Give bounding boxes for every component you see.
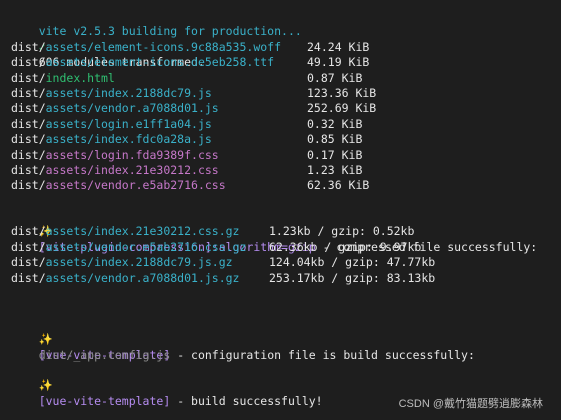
build-message: - build successfully! xyxy=(170,393,323,408)
dist-prefix: dist/ xyxy=(11,147,46,162)
dist-prefix: dist/ xyxy=(11,178,46,193)
file-row: dist/assets/vendor.a7088d01.js 252.69 KiB xyxy=(11,101,561,116)
file-row: dist/assets/element-icons.de5eb258.ttf 49… xyxy=(11,55,561,70)
file-path: assets/element-icons.9c88a535.woff xyxy=(45,39,282,54)
file-path: assets/login.fda9389f.css xyxy=(45,147,219,162)
dist-prefix: dist/ xyxy=(11,85,46,100)
file-row: dist/index.html 0.87 KiB xyxy=(11,71,561,86)
gzip-file-path: assets/vendor.e5ab2716.css.gz xyxy=(45,239,247,254)
compression-header: ✨ [vite-plugin-compression]:algorithm=gz… xyxy=(11,209,561,253)
gzip-stats: 253.17kb / gzip: 83.13kb xyxy=(269,270,436,285)
file-path: assets/index.fdc0a28a.js xyxy=(45,132,212,147)
gzip-file-path: assets/index.2188dc79.js.gz xyxy=(45,255,233,270)
gzip-stats: 1.23kb / gzip: 0.52kb xyxy=(269,224,415,239)
file-row: dist/assets/vendor.e5ab2716.css 62.36 KiB xyxy=(11,178,561,193)
config-message: - configuration file is build successful… xyxy=(170,347,475,362)
csdn-watermark: CSDN @戴竹猫题劈逍膨森林 xyxy=(398,397,543,410)
sparkle-icon: ✨ xyxy=(38,332,54,347)
gzip-file-path: assets/index.21e30212.css.gz xyxy=(45,224,240,239)
sparkle-icon: ✨ xyxy=(38,378,54,393)
file-size: 0.85 KiB xyxy=(307,132,363,147)
dist-prefix: dist/ xyxy=(11,224,46,239)
dist-prefix: dist/ xyxy=(11,239,46,254)
file-size: 123.36 KiB xyxy=(307,85,377,100)
config-file-path: dist/_app.config.js xyxy=(38,347,171,362)
file-size: 62.36 KiB xyxy=(307,178,370,193)
file-path: assets/vendor.a7088d01.js xyxy=(45,101,219,116)
file-row: dist/assets/index.fdc0a28a.js 0.85 KiB xyxy=(11,132,561,147)
gzip-row: dist/assets/index.21e30212.css.gz 1.23kb … xyxy=(11,224,561,239)
build-result: ✨ [vue-vite-template] - build successful… xyxy=(11,363,561,407)
gzip-stats: 62.36kb / gzip: 9.97kb xyxy=(269,239,422,254)
dist-prefix: dist/ xyxy=(11,39,46,54)
dist-prefix: dist/ xyxy=(11,101,46,116)
build-plugin: [vue-vite-template] xyxy=(38,393,171,408)
gzip-file-path: assets/vendor.a7088d01.js.gz xyxy=(45,270,240,285)
file-row: dist/assets/login.fda9389f.css 0.17 KiB xyxy=(11,148,561,163)
dist-prefix: dist/ xyxy=(11,116,46,131)
config-file: dist/_app.config.js xyxy=(11,332,561,362)
file-row: dist/assets/login.e1ff1a04.js 0.32 KiB xyxy=(11,117,561,132)
file-path: assets/vendor.e5ab2716.css xyxy=(45,178,226,193)
file-size: 49.19 KiB xyxy=(307,55,370,70)
file-row: dist/assets/index.21e30212.css 1.23 KiB xyxy=(11,163,561,178)
dist-prefix: dist/ xyxy=(11,70,46,85)
gzip-stats: 124.04kb / gzip: 47.77kb xyxy=(269,255,436,270)
file-row: dist/assets/index.2188dc79.js 123.36 KiB xyxy=(11,86,561,101)
terminal-output[interactable]: vite v2.5.3 building for production... ✓… xyxy=(0,0,561,420)
dist-prefix: dist/ xyxy=(11,132,46,147)
gzip-row: dist/assets/index.2188dc79.js.gz 124.04kb… xyxy=(11,255,561,270)
file-size: 0.87 KiB xyxy=(307,70,363,85)
build-title: vite v2.5.3 building for production... xyxy=(38,24,302,39)
file-path: assets/index.2188dc79.js xyxy=(45,85,212,100)
build-header: vite v2.5.3 building for production... xyxy=(11,9,561,38)
config-header: ✨ [vue-vite-template] - configuration fi… xyxy=(11,317,561,361)
dist-prefix: dist/ xyxy=(11,162,46,177)
dist-prefix: dist/ xyxy=(11,55,46,70)
file-path: index.html xyxy=(45,70,115,85)
file-row: dist/assets/element-icons.9c88a535.woff 2… xyxy=(11,40,561,55)
file-size: 24.24 KiB xyxy=(307,39,370,54)
gzip-file-list: dist/assets/index.21e30212.css.gz 1.23kb … xyxy=(11,224,561,286)
output-file-list: dist/assets/element-icons.9c88a535.woff 2… xyxy=(11,40,561,194)
dist-prefix: dist/ xyxy=(11,270,46,285)
file-size: 1.23 KiB xyxy=(307,162,363,177)
file-path: assets/login.e1ff1a04.js xyxy=(45,116,212,131)
file-size: 252.69 KiB xyxy=(307,101,377,116)
file-path: assets/element-icons.de5eb258.ttf xyxy=(45,55,275,70)
gzip-row: dist/assets/vendor.a7088d01.js.gz 253.17k… xyxy=(11,271,561,286)
file-size: 0.17 KiB xyxy=(307,147,363,162)
file-size: 0.32 KiB xyxy=(307,116,363,131)
dist-prefix: dist/ xyxy=(11,255,46,270)
gzip-row: dist/assets/vendor.e5ab2716.css.gz 62.36k… xyxy=(11,240,561,255)
file-path: assets/index.21e30212.css xyxy=(45,162,219,177)
